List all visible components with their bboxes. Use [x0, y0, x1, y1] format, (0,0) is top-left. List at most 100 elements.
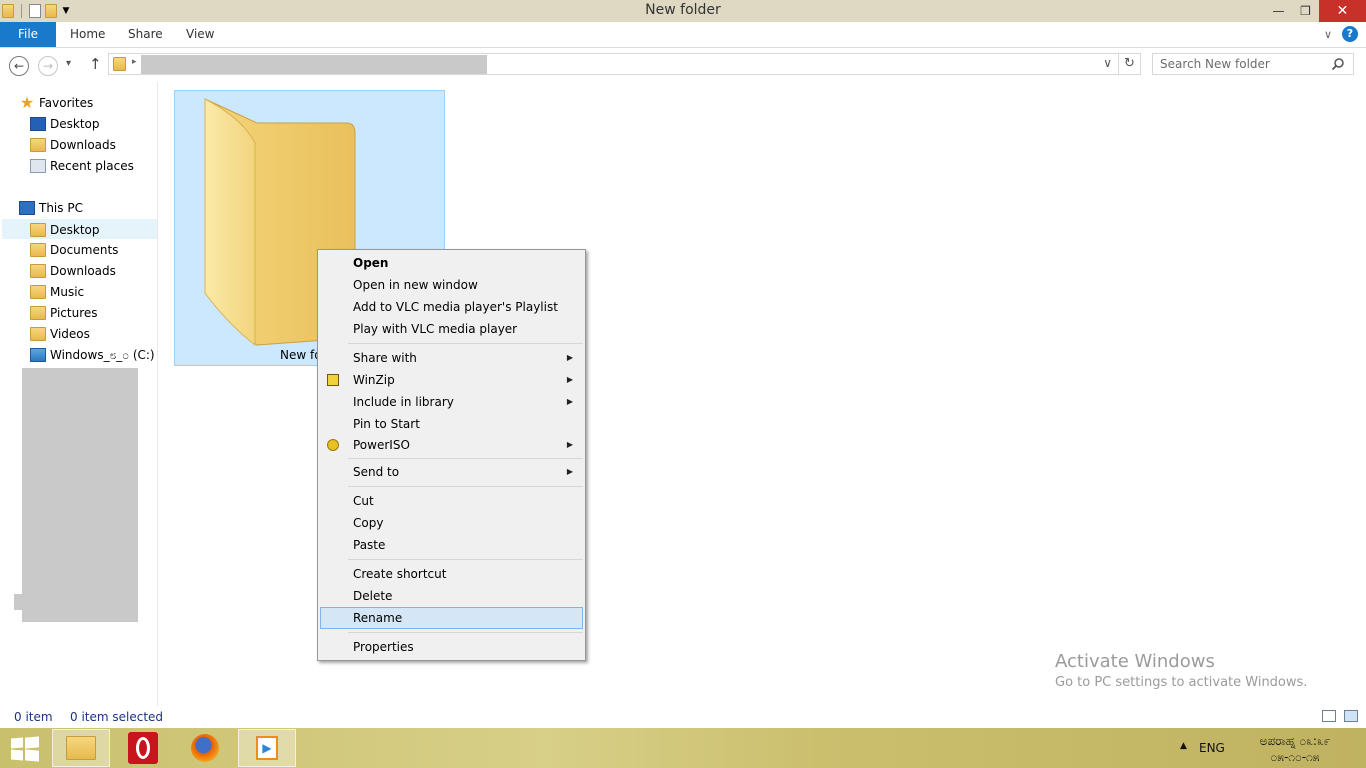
sidebar-item-label: Downloads	[50, 264, 116, 278]
minimize-button[interactable]: —	[1265, 0, 1292, 22]
menu-item-create-shortcut[interactable]: Create shortcut	[320, 563, 583, 585]
menu-item-cut[interactable]: Cut	[320, 490, 583, 512]
search-input[interactable]: Search New folder	[1152, 53, 1354, 75]
menu-item-label: Share with	[353, 351, 417, 365]
winzip-icon	[327, 374, 339, 386]
watermark-subtitle: Go to PC settings to activate Windows.	[1055, 675, 1308, 690]
large-icons-view-icon[interactable]	[1344, 710, 1358, 722]
taskbar-opera[interactable]	[114, 729, 172, 767]
desktop-icon	[30, 116, 46, 131]
clock[interactable]: ಅಪರಾಹ್ನ ೦೩:೩೯ ೦೫-೧೦-೧೫	[1245, 733, 1345, 765]
maximize-button[interactable]: ❒	[1292, 0, 1319, 22]
documents-icon	[30, 242, 46, 257]
menu-item-add-vlc-playlist[interactable]: Add to VLC media player's Playlist	[320, 296, 583, 318]
sidebar-this-pc[interactable]: This PC	[19, 198, 83, 218]
folder-name-label: New fo	[280, 348, 322, 362]
taskbar-firefox[interactable]	[176, 729, 234, 767]
menu-item-delete[interactable]: Delete	[320, 585, 583, 607]
close-button[interactable]: ✕	[1319, 0, 1366, 22]
tab-view[interactable]: View	[186, 22, 214, 47]
firefox-icon	[191, 734, 219, 762]
sidebar-item-downloads[interactable]: Downloads	[30, 261, 116, 281]
menu-item-label: PowerISO	[353, 438, 410, 452]
sidebar-item-windows-drive[interactable]: Windows_೮_೦ (C:)	[30, 345, 155, 365]
sidebar-redacted-marker	[14, 594, 24, 610]
show-hidden-icons-icon[interactable]: ▲	[1180, 741, 1187, 751]
taskbar-file-explorer[interactable]	[52, 729, 110, 767]
tab-file[interactable]: File	[0, 22, 56, 47]
taskbar-media-player[interactable]: ▶	[238, 729, 296, 767]
window-controls: — ❒ ✕	[1265, 0, 1366, 22]
sidebar-item-favorites-downloads[interactable]: Downloads	[30, 135, 116, 155]
sidebar-item-music[interactable]: Music	[30, 282, 84, 302]
drive-icon	[30, 347, 46, 362]
submenu-arrow-icon: ▶	[566, 353, 573, 362]
sidebar-item-favorites-desktop[interactable]: Desktop	[30, 114, 100, 134]
navigation-pane: ★ Favorites Desktop Downloads Recent plac…	[0, 82, 158, 706]
refresh-button[interactable]: ↻	[1118, 54, 1140, 74]
address-bar[interactable]: ▸ ∨ ↻	[108, 53, 1141, 75]
activation-watermark: Activate Windows Go to PC settings to ac…	[1055, 651, 1307, 690]
menu-item-send-to[interactable]: Send to ▶	[320, 461, 583, 483]
tab-share[interactable]: Share	[128, 22, 163, 47]
star-icon: ★	[19, 92, 35, 112]
recent-locations-button[interactable]: ▾	[66, 58, 71, 69]
menu-item-poweriso[interactable]: PowerISO ▶	[320, 434, 583, 456]
sidebar-item-label: Favorites	[39, 96, 94, 110]
back-button[interactable]: ←	[9, 56, 29, 76]
tab-home[interactable]: Home	[70, 22, 105, 47]
clock-time: ಅಪರಾಹ್ನ ೦೩:೩೯	[1259, 734, 1331, 748]
menu-item-rename[interactable]: Rename	[320, 607, 583, 629]
breadcrumb-chevron-icon[interactable]: ▸	[132, 57, 137, 67]
windows-logo-icon	[11, 749, 23, 761]
menu-item-open-new-window[interactable]: Open in new window	[320, 274, 583, 296]
search-icon[interactable]	[1331, 57, 1345, 74]
address-dropdown-button[interactable]: ∨	[1103, 56, 1112, 70]
menu-item-label: Send to	[353, 465, 400, 479]
sidebar-item-label: Desktop	[50, 117, 100, 131]
sidebar-item-label: Pictures	[50, 306, 98, 320]
menu-item-share-with[interactable]: Share with ▶	[320, 347, 583, 369]
opera-icon	[128, 732, 158, 764]
menu-item-paste[interactable]: Paste	[320, 534, 583, 556]
computer-icon	[19, 200, 35, 215]
windows-logo-icon	[25, 749, 39, 762]
start-button[interactable]	[11, 736, 39, 762]
submenu-arrow-icon: ▶	[566, 397, 573, 406]
sidebar-redacted-area	[22, 368, 138, 622]
sidebar-item-recent-places[interactable]: Recent places	[30, 156, 134, 176]
file-explorer-icon	[66, 736, 96, 760]
expand-ribbon-icon[interactable]: ∨	[1324, 28, 1332, 41]
downloads-icon	[30, 137, 46, 152]
title-bar: ▼ New folder — ❒ ✕	[0, 0, 1366, 22]
sidebar-item-label: Videos	[50, 327, 90, 341]
music-icon	[30, 284, 46, 299]
help-icon[interactable]: ?	[1342, 26, 1358, 42]
sidebar-item-label: Desktop	[50, 223, 100, 237]
clock-date: ೦೫-೧೦-೧೫	[1270, 750, 1320, 764]
sidebar-item-pictures[interactable]: Pictures	[30, 303, 98, 323]
menu-item-play-vlc[interactable]: Play with VLC media player	[320, 318, 583, 340]
up-button[interactable]: ↑	[89, 55, 102, 73]
sidebar-item-label: Windows_೮_೦ (C:)	[50, 348, 155, 362]
menu-item-open[interactable]: Open	[320, 252, 583, 274]
language-indicator[interactable]: ENG	[1199, 741, 1225, 755]
sidebar-item-documents[interactable]: Documents	[30, 240, 118, 260]
windows-logo-icon	[11, 737, 23, 749]
downloads-icon	[30, 263, 46, 278]
forward-button[interactable]: →	[38, 56, 58, 76]
menu-item-winzip[interactable]: WinZip ▶	[320, 369, 583, 391]
sidebar-item-videos[interactable]: Videos	[30, 324, 90, 344]
taskbar: ▶ ▲ ENG ಅಪರಾಹ್ನ ೦೩:೩೯ ೦೫-೧೦-೧೫	[0, 728, 1366, 768]
media-player-icon: ▶	[256, 736, 278, 760]
sidebar-favorites[interactable]: ★ Favorites	[19, 93, 93, 113]
submenu-arrow-icon: ▶	[566, 440, 573, 449]
menu-separator	[348, 632, 583, 633]
sidebar-item-desktop[interactable]: Desktop	[2, 219, 157, 239]
menu-item-include-library[interactable]: Include in library ▶	[320, 391, 583, 413]
menu-item-copy[interactable]: Copy	[320, 512, 583, 534]
details-view-icon[interactable]	[1322, 710, 1336, 722]
menu-item-properties[interactable]: Properties	[320, 636, 583, 658]
sidebar-item-label: Downloads	[50, 138, 116, 152]
menu-item-pin-start[interactable]: Pin to Start	[320, 413, 583, 435]
